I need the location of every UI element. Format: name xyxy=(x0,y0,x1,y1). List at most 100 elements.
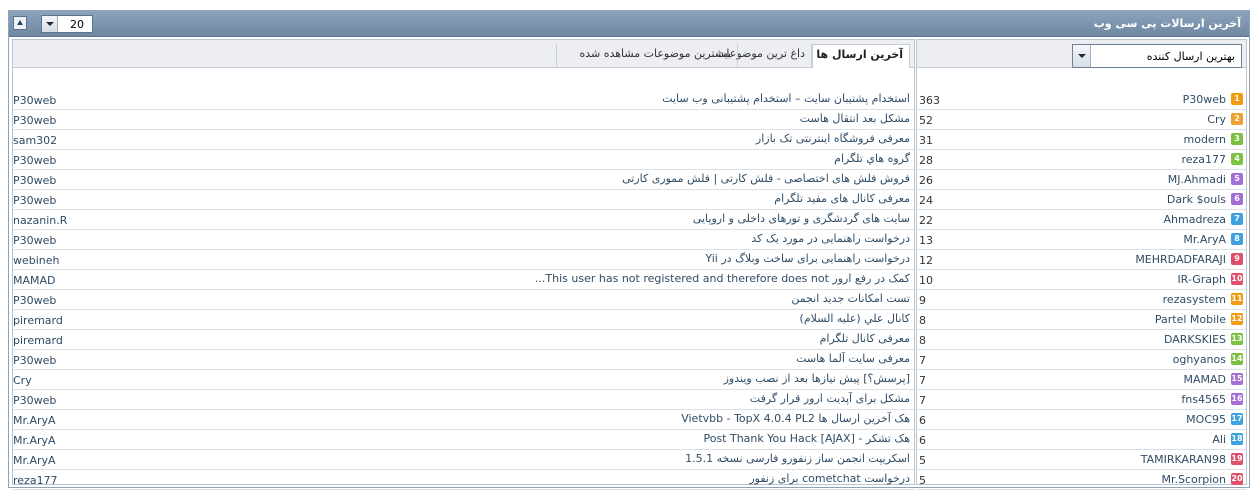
post-user-link[interactable]: piremard xyxy=(13,314,63,327)
poster-post-count: 13 xyxy=(919,234,933,247)
poster-name-link[interactable]: TAMIRKARAN98 xyxy=(1141,453,1226,466)
poster-name-link[interactable]: MJ.Ahmadi xyxy=(1168,173,1226,186)
post-topic-link[interactable]: معرفی کانال های مفید تلگرام xyxy=(90,192,910,205)
poster-post-count: 5 xyxy=(919,474,926,487)
post-topic-link[interactable]: اسکریپت انجمن ساز زنفورو فارسی نسخه 1.5.… xyxy=(90,452,910,465)
post-count-value: 20 xyxy=(70,18,84,31)
post-row: گروه هاي تلگرام P30web xyxy=(13,150,914,170)
latest-posts-widget: 20 آخرین ارسالات پی سی وب آخرین ارسال ها… xyxy=(8,10,1250,490)
poster-row: 5 MJ.Ahmadi 26 xyxy=(917,170,1246,190)
poster-post-count: 31 xyxy=(919,134,933,147)
poster-name-link[interactable]: oghyanos xyxy=(1173,353,1226,366)
post-user-link[interactable]: P30web xyxy=(13,114,56,127)
poster-name-link[interactable]: IR-Graph xyxy=(1177,273,1226,286)
post-topic-link[interactable]: [پرسش؟] پیش نیازها بعد از نصب ویندوز xyxy=(90,372,910,385)
tab-hottest-topics[interactable]: داغ ترین موضوعات xyxy=(716,44,812,68)
post-user-link[interactable]: P30web xyxy=(13,354,56,367)
poster-name-link[interactable]: reza177 xyxy=(1181,153,1226,166)
poster-name-link[interactable]: modern xyxy=(1184,133,1227,146)
poster-post-count: 26 xyxy=(919,174,933,187)
post-topic-link[interactable]: هک آخرین ارسال ها Vietvbb - TopX 4.0.4 P… xyxy=(90,412,910,425)
poster-row: 7 Ahmadreza 22 xyxy=(917,210,1246,230)
post-row: معرفی فروشگاه اینترنتی تک بازار sam302 xyxy=(13,130,914,150)
post-topic-link[interactable]: کانال علي (عليه السلام) xyxy=(90,312,910,325)
post-row: فروش فلش های اختصاصی - فلش کارتی | فلش م… xyxy=(13,170,914,190)
post-user-link[interactable]: Cry xyxy=(13,374,32,387)
poster-post-count: 363 xyxy=(919,94,940,107)
chevron-down-icon[interactable] xyxy=(42,16,58,32)
rank-badge-icon: 20 xyxy=(1231,473,1243,485)
poster-row: 3 modern 31 xyxy=(917,130,1246,150)
poster-name-link[interactable]: DARKSKIES xyxy=(1164,333,1226,346)
post-user-link[interactable]: P30web xyxy=(13,294,56,307)
post-user-link[interactable]: P30web xyxy=(13,234,56,247)
post-topic-link[interactable]: معرفی فروشگاه اینترنتی تک بازار xyxy=(90,132,910,145)
post-user-link[interactable]: webineh xyxy=(13,254,60,267)
poster-post-count: 7 xyxy=(919,354,926,367)
poster-name-link[interactable]: Cry xyxy=(1207,113,1226,126)
post-row: کانال علي (عليه السلام) piremard xyxy=(13,310,914,330)
tab-most-viewed[interactable]: بیشترین موضوعات مشاهده شده xyxy=(556,44,738,68)
rank-badge-icon: 9 xyxy=(1231,253,1243,265)
post-topic-link[interactable]: مشکل برای آپدیت ارور قرار گرفت xyxy=(90,392,910,405)
post-topic-link[interactable]: مشکل بعد انتقال هاست xyxy=(90,112,910,125)
poster-name-link[interactable]: Mr.AryA xyxy=(1183,233,1226,246)
post-topic-link[interactable]: معرفی کانال تلگرام xyxy=(90,332,910,345)
post-row: هک تشکر - [AJAX] Post Thank You Hack Mr.A… xyxy=(13,430,914,450)
tab-latest-posts[interactable]: آخرین ارسال ها xyxy=(812,44,910,68)
posts-list: استخدام پشتیبان سایت – استخدام پشتیبانی … xyxy=(13,90,914,490)
post-topic-link[interactable]: فروش فلش های اختصاصی - فلش کارتی | فلش م… xyxy=(90,172,910,185)
poster-row: 15 MAMAD 7 xyxy=(917,370,1246,390)
post-user-link[interactable]: Mr.AryA xyxy=(13,434,56,447)
poster-name-link[interactable]: Mr.Scorpion xyxy=(1161,473,1226,486)
post-topic-link[interactable]: درخواست راهنمایی برای ساخت وبلاگ در Yii xyxy=(90,252,910,265)
poster-row: 6 Dark $ouls 24 xyxy=(917,190,1246,210)
poster-name-link[interactable]: MAMAD xyxy=(1183,373,1226,386)
post-user-link[interactable]: Mr.AryA xyxy=(13,454,56,467)
post-row: مشکل بعد انتقال هاست P30web xyxy=(13,110,914,130)
post-topic-link[interactable]: تست امکانات جدید انجمن xyxy=(90,292,910,305)
rank-badge-icon: 6 xyxy=(1231,193,1243,205)
post-user-link[interactable]: P30web xyxy=(13,174,56,187)
sort-select[interactable]: بهترین ارسال کننده xyxy=(1072,44,1242,68)
poster-name-link[interactable]: P30web xyxy=(1183,93,1226,106)
post-topic-link[interactable]: هک تشکر - [AJAX] Post Thank You Hack xyxy=(90,432,910,445)
post-topic-link[interactable]: درخواست راهنمایی در مورد یک کد xyxy=(90,232,910,245)
post-user-link[interactable]: MAMAD xyxy=(13,274,56,287)
rank-badge-icon: 4 xyxy=(1231,153,1243,165)
poster-post-count: 10 xyxy=(919,274,933,287)
post-user-link[interactable]: P30web xyxy=(13,94,56,107)
post-user-link[interactable]: P30web xyxy=(13,394,56,407)
poster-name-link[interactable]: rezasystem xyxy=(1163,293,1226,306)
poster-name-link[interactable]: MEHRDADFARAJI xyxy=(1135,253,1226,266)
post-topic-link[interactable]: استخدام پشتیبان سایت – استخدام پشتیبانی … xyxy=(90,92,910,105)
poster-name-link[interactable]: Ahmadreza xyxy=(1164,213,1227,226)
rank-badge-icon: 10 xyxy=(1231,273,1243,285)
chevron-down-icon[interactable] xyxy=(1073,45,1091,67)
rank-badge-icon: 3 xyxy=(1231,133,1243,145)
poster-name-link[interactable]: Dark $ouls xyxy=(1167,193,1226,206)
post-count-select[interactable]: 20 xyxy=(41,15,93,33)
poster-name-link[interactable]: Ali xyxy=(1212,433,1226,446)
post-user-link[interactable]: sam302 xyxy=(13,134,57,147)
post-user-link[interactable]: P30web xyxy=(13,154,56,167)
post-user-link[interactable]: P30web xyxy=(13,194,56,207)
tab-bar: آخرین ارسال ها داغ ترین موضوعات بیشترین … xyxy=(13,40,914,68)
poster-name-link[interactable]: fns4565 xyxy=(1181,393,1226,406)
post-topic-link[interactable]: معرفی سایت آلما هاست xyxy=(90,352,910,365)
post-topic-link[interactable]: سایت های گردشگری و تورهای داخلی و اروپای… xyxy=(90,212,910,225)
collapse-icon[interactable] xyxy=(13,16,27,30)
rank-badge-icon: 15 xyxy=(1231,373,1243,385)
poster-post-count: 9 xyxy=(919,294,926,307)
poster-post-count: 6 xyxy=(919,434,926,447)
post-user-link[interactable]: nazanin.R xyxy=(13,214,67,227)
poster-name-link[interactable]: Partel Mobile xyxy=(1155,313,1226,326)
post-topic-link[interactable]: گروه هاي تلگرام xyxy=(90,152,910,165)
post-topic-link[interactable]: کمک در رفع ارور This user has not regist… xyxy=(90,272,910,285)
sort-value: بهترین ارسال کننده xyxy=(1146,50,1235,63)
post-topic-link[interactable]: درخواست cometchat برای زنفور xyxy=(90,472,910,485)
poster-name-link[interactable]: MOC95 xyxy=(1186,413,1226,426)
post-user-link[interactable]: piremard xyxy=(13,334,63,347)
post-user-link[interactable]: reza177 xyxy=(13,474,58,487)
post-user-link[interactable]: Mr.AryA xyxy=(13,414,56,427)
